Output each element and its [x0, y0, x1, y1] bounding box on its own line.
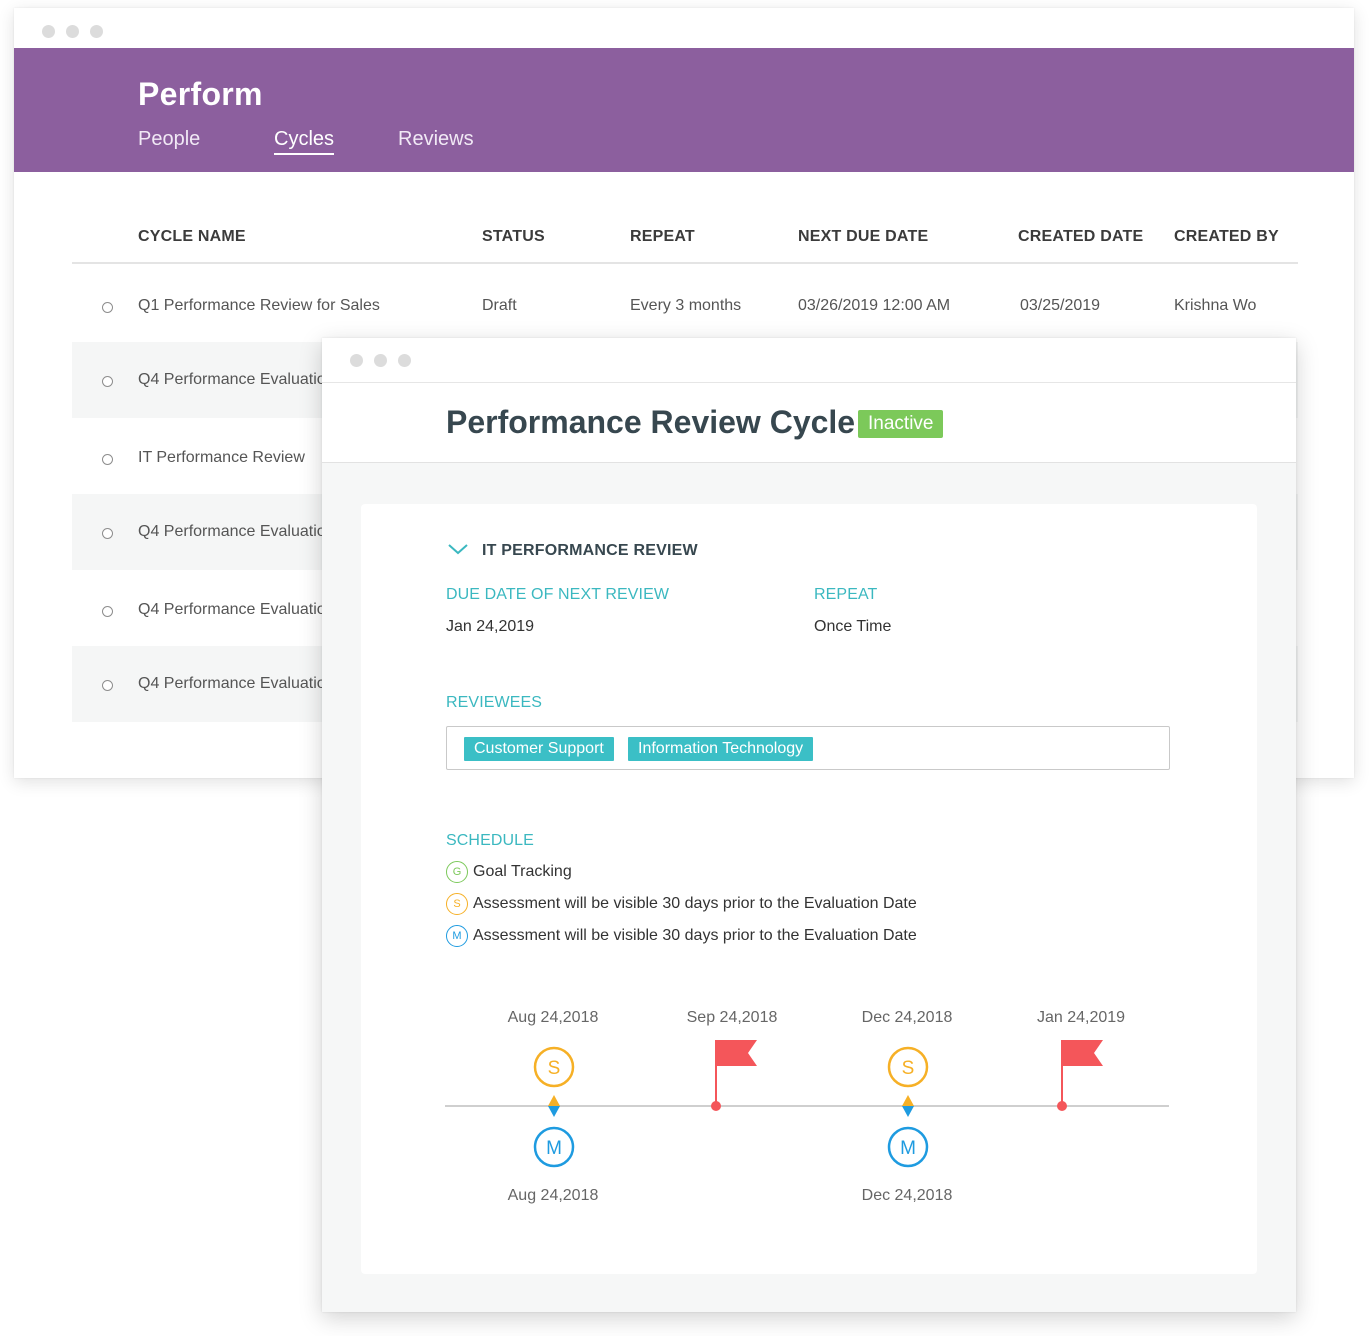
- cycle-next-due-date: 03/26/2019 12:00 AM: [798, 297, 951, 314]
- repeat-label: REPEAT: [814, 586, 878, 603]
- section-title[interactable]: IT PERFORMANCE REVIEW: [482, 542, 698, 560]
- cycle-repeat: Every 3 months: [630, 297, 742, 314]
- chevron-down-icon[interactable]: [447, 542, 469, 556]
- self-marker-letter: S: [902, 1058, 915, 1079]
- schedule-item: S Assessment will be visible 30 days pri…: [446, 891, 917, 917]
- manager-marker-letter: M: [546, 1138, 562, 1159]
- reviewees-label: REVIEWEES: [446, 694, 543, 711]
- column-header-created-date[interactable]: CREATED DATE: [1018, 228, 1143, 246]
- column-header-repeat[interactable]: REPEAT: [630, 228, 695, 246]
- window-dot-icon[interactable]: [398, 354, 411, 367]
- evaluation-flag-icon[interactable]: [1057, 1040, 1103, 1111]
- manager-assessment-icon: M: [446, 925, 468, 947]
- app-header: Perform People Cycles Reviews: [14, 48, 1354, 172]
- schedule-label: SCHEDULE: [446, 832, 534, 849]
- self-assessment-icon: S: [446, 893, 468, 915]
- due-date-value: Jan 24,2019: [446, 618, 535, 635]
- reviewee-tag[interactable]: Customer Support: [464, 737, 614, 761]
- row-select-radio[interactable]: [102, 454, 113, 465]
- column-header-status[interactable]: STATUS: [482, 228, 545, 246]
- column-header-next-due-date[interactable]: NEXT DUE DATE: [798, 228, 928, 246]
- window-dot-icon[interactable]: [350, 354, 363, 367]
- manager-assessment-marker[interactable]: M: [533, 1106, 575, 1168]
- app-title: Perform: [138, 76, 263, 112]
- cycle-name[interactable]: Q1 Performance Review for Sales: [138, 297, 380, 315]
- status-badge: Inactive: [858, 410, 944, 438]
- reviewees-field[interactable]: Customer Support Information Technology: [446, 726, 1170, 770]
- due-date-label: DUE DATE OF NEXT REVIEW: [446, 586, 670, 603]
- row-select-radio[interactable]: [102, 302, 113, 313]
- review-cycle-window: Performance Review Cycle Inactive IT PER…: [322, 338, 1296, 1312]
- timeline-date-label: Aug 24,2018: [507, 1187, 599, 1204]
- window-controls: [42, 25, 103, 38]
- window-dot-icon[interactable]: [42, 25, 55, 38]
- column-header-created-by[interactable]: CREATED BY: [1174, 228, 1279, 246]
- repeat-value: Once Time: [814, 618, 892, 635]
- schedule-timeline: S M S M: [445, 1040, 1169, 1168]
- cycle-name[interactable]: IT Performance Review: [138, 449, 305, 467]
- window-dot-icon[interactable]: [90, 25, 103, 38]
- cycle-status: Draft: [482, 297, 517, 314]
- row-select-radio[interactable]: [102, 606, 113, 617]
- divider: [322, 382, 1296, 383]
- self-assessment-marker[interactable]: S: [887, 1046, 929, 1106]
- window-dot-icon[interactable]: [66, 25, 79, 38]
- modal-title: Performance Review Cycle: [446, 404, 856, 440]
- schedule-item: M Assessment will be visible 30 days pri…: [446, 923, 917, 949]
- row-select-radio[interactable]: [102, 528, 113, 539]
- window-dot-icon[interactable]: [374, 354, 387, 367]
- window-controls: [350, 354, 411, 367]
- cycle-created-date: 03/25/2019: [1020, 297, 1101, 314]
- self-marker-letter: S: [548, 1058, 561, 1079]
- cycle-detail-card: IT PERFORMANCE REVIEW DUE DATE OF NEXT R…: [361, 504, 1257, 1274]
- tab-people[interactable]: People: [138, 128, 200, 151]
- schedule-text: Goal Tracking: [473, 863, 572, 880]
- row-select-radio[interactable]: [102, 376, 113, 387]
- column-header-cycle-name[interactable]: CYCLE NAME: [138, 228, 246, 246]
- goal-icon: G: [446, 861, 468, 883]
- cycle-created-by: Krishna Wo: [1174, 297, 1257, 314]
- row-select-radio[interactable]: [102, 680, 113, 691]
- schedule-item: G Goal Tracking: [446, 859, 572, 885]
- cycle-name[interactable]: Q4 Performance Evaluation: [138, 675, 335, 693]
- self-assessment-marker[interactable]: S: [533, 1046, 575, 1106]
- schedule-text: Assessment will be visible 30 days prior…: [473, 927, 917, 944]
- evaluation-flag-icon[interactable]: [711, 1040, 757, 1111]
- manager-marker-letter: M: [900, 1138, 916, 1159]
- modal-header: Performance Review Cycle Inactive: [322, 338, 1296, 463]
- tab-reviews[interactable]: Reviews: [398, 128, 474, 151]
- manager-assessment-marker[interactable]: M: [887, 1106, 929, 1168]
- cycle-name[interactable]: Q4 Performance Evaluation: [138, 601, 335, 619]
- table-header: CYCLE NAME STATUS REPEAT NEXT DUE DATE C…: [72, 218, 1298, 264]
- tab-cycles[interactable]: Cycles: [274, 128, 335, 155]
- cycle-name[interactable]: Q4 Performance Evaluation: [138, 371, 335, 389]
- cycle-name[interactable]: Q4 Performance Evaluation: [138, 523, 335, 541]
- table-row[interactable]: Q1 Performance Review for Sales Draft Ev…: [72, 268, 1298, 344]
- reviewee-tag[interactable]: Information Technology: [628, 737, 814, 761]
- schedule-text: Assessment will be visible 30 days prior…: [473, 895, 917, 912]
- timeline-date-label: Dec 24,2018: [861, 1187, 953, 1204]
